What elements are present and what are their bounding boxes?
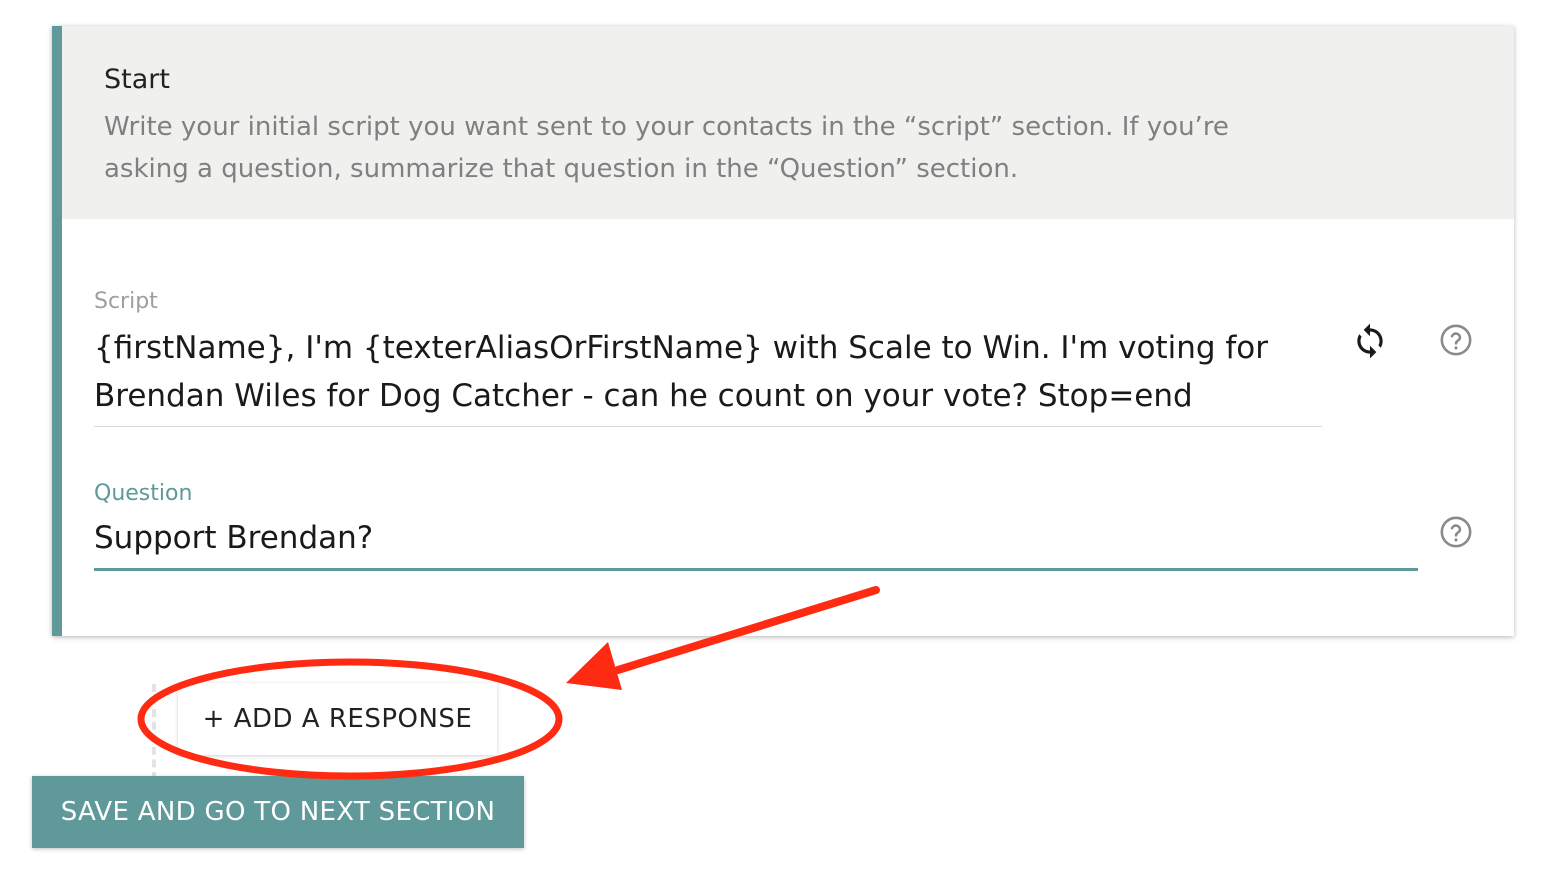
refresh-icon[interactable] <box>1350 321 1390 361</box>
script-input[interactable]: {firstName}, I'm {texterAliasOrFirstName… <box>94 324 1319 420</box>
question-help-icon[interactable] <box>1436 512 1476 552</box>
script-input-underline <box>94 426 1322 427</box>
script-field-label: Script <box>94 289 158 314</box>
script-help-icon[interactable] <box>1436 320 1476 360</box>
question-input[interactable]: Support Brendan? <box>94 520 373 556</box>
save-and-next-button[interactable]: SAVE AND GO TO NEXT SECTION <box>32 776 524 848</box>
interaction-step-card: Start Write your initial script you want… <box>52 26 1514 636</box>
question-field-label: Question <box>94 481 193 506</box>
section-title: Start <box>104 64 170 95</box>
section-description: Write your initial script you want sent … <box>104 112 1229 184</box>
question-input-underline <box>94 568 1418 571</box>
card-header: Start Write your initial script you want… <box>62 26 1514 219</box>
card-accent-bar <box>52 26 62 636</box>
add-response-button[interactable]: + ADD A RESPONSE <box>178 683 497 755</box>
annotation-arrow-head <box>566 642 622 690</box>
response-tree-connector <box>152 684 156 780</box>
